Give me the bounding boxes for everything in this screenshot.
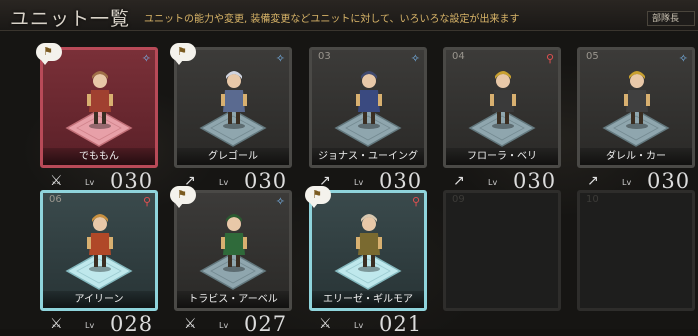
unit-sprite — [622, 68, 652, 130]
unit-name: アイリーン — [43, 291, 155, 308]
unit-card[interactable]: 06 ⚲ アイリーン — [40, 190, 158, 311]
sort-button[interactable]: 部隊長 — [647, 11, 695, 26]
unit-card[interactable]: ✧ でももん — [40, 47, 158, 168]
unit-card[interactable]: 03 ✧ ジョナス・ユーイング — [309, 47, 427, 168]
slot-number: 06 — [49, 194, 62, 205]
unit-name: ダレル・カー — [580, 148, 692, 165]
unit-name: エリーゼ・ギルモア — [312, 291, 424, 308]
unit-sprite — [85, 68, 115, 130]
level-label: Lv — [622, 178, 632, 187]
header-bar: ユニット一覧 ユニットの能力や変更, 装備変更などユニットに対して、いろいろな設… — [0, 0, 698, 31]
level-value: 027 — [244, 312, 288, 336]
unit-name: ジョナス・ユーイング — [312, 148, 424, 165]
slot-number: 05 — [586, 51, 599, 62]
unit-sprite — [488, 68, 518, 130]
unit-card[interactable]: 04 ⚲ フローラ・ベリ — [443, 47, 561, 168]
page-title: ユニット一覧 — [10, 8, 131, 30]
sparkle-icon: ✧ — [275, 52, 285, 65]
level-label: Lv — [354, 178, 364, 187]
unit-stats: ⚔ Lv 027 — [184, 312, 292, 336]
unit-name: トラビス・アーベル — [177, 291, 289, 308]
slot-number: 10 — [586, 194, 599, 205]
unit-stats: ⚔ Lv 028 — [50, 312, 158, 336]
unit-sprite — [219, 68, 249, 130]
unit-name: でももん — [43, 148, 155, 165]
unit-sprite — [85, 211, 115, 273]
slot-number: 04 — [452, 51, 465, 62]
sword-icon: ⚔ — [50, 316, 63, 332]
figure-icon: ⚲ — [545, 52, 554, 65]
spear-icon: ↗ — [587, 173, 599, 189]
leader-flag-icon: ⚑ — [170, 43, 196, 65]
spear-icon: ↗ — [453, 173, 465, 189]
unit-sprite — [219, 211, 249, 273]
sword-icon: ⚔ — [184, 316, 197, 332]
slot-number: 09 — [452, 194, 465, 205]
unit-card[interactable]: 05 ✧ ダレル・カー — [577, 47, 695, 168]
level-label: Lv — [219, 178, 229, 187]
unit-sprite — [354, 211, 384, 273]
unit-name: グレゴール — [177, 148, 289, 165]
empty-unit-slot[interactable]: 09 — [443, 190, 561, 311]
figure-icon: ⚲ — [411, 195, 420, 208]
sparkle-icon: ✧ — [410, 52, 420, 65]
level-value: 028 — [110, 312, 154, 336]
sparkle-icon: ✧ — [275, 195, 285, 208]
slot-number: 03 — [318, 51, 331, 62]
sparkle-icon: ✧ — [678, 52, 688, 65]
level-label: Lv — [85, 178, 95, 187]
leader-flag-icon: ⚑ — [36, 43, 62, 65]
leader-flag-icon: ⚑ — [305, 186, 331, 208]
sword-icon: ⚔ — [319, 316, 332, 332]
figure-icon: ⚲ — [142, 195, 151, 208]
unit-card[interactable]: ✧ グレゴール — [174, 47, 292, 168]
leader-flag-icon: ⚑ — [170, 186, 196, 208]
unit-stats: ⚔ Lv 021 — [319, 312, 427, 336]
level-label: Lv — [488, 178, 498, 187]
sparkle-icon: ✧ — [141, 52, 151, 65]
sword-icon: ⚔ — [50, 173, 63, 189]
empty-unit-slot[interactable]: 10 — [577, 190, 695, 311]
level-value: 021 — [379, 312, 423, 336]
unit-sprite — [354, 68, 384, 130]
unit-card[interactable]: ✧ トラビス・アーベル — [174, 190, 292, 311]
unit-name: フローラ・ベリ — [446, 148, 558, 165]
unit-card[interactable]: ⚲ エリーゼ・ギルモア — [309, 190, 427, 311]
page-subtitle: ユニットの能力や変更, 装備変更などユニットに対して、いろいろな設定が出来ます — [144, 14, 520, 25]
